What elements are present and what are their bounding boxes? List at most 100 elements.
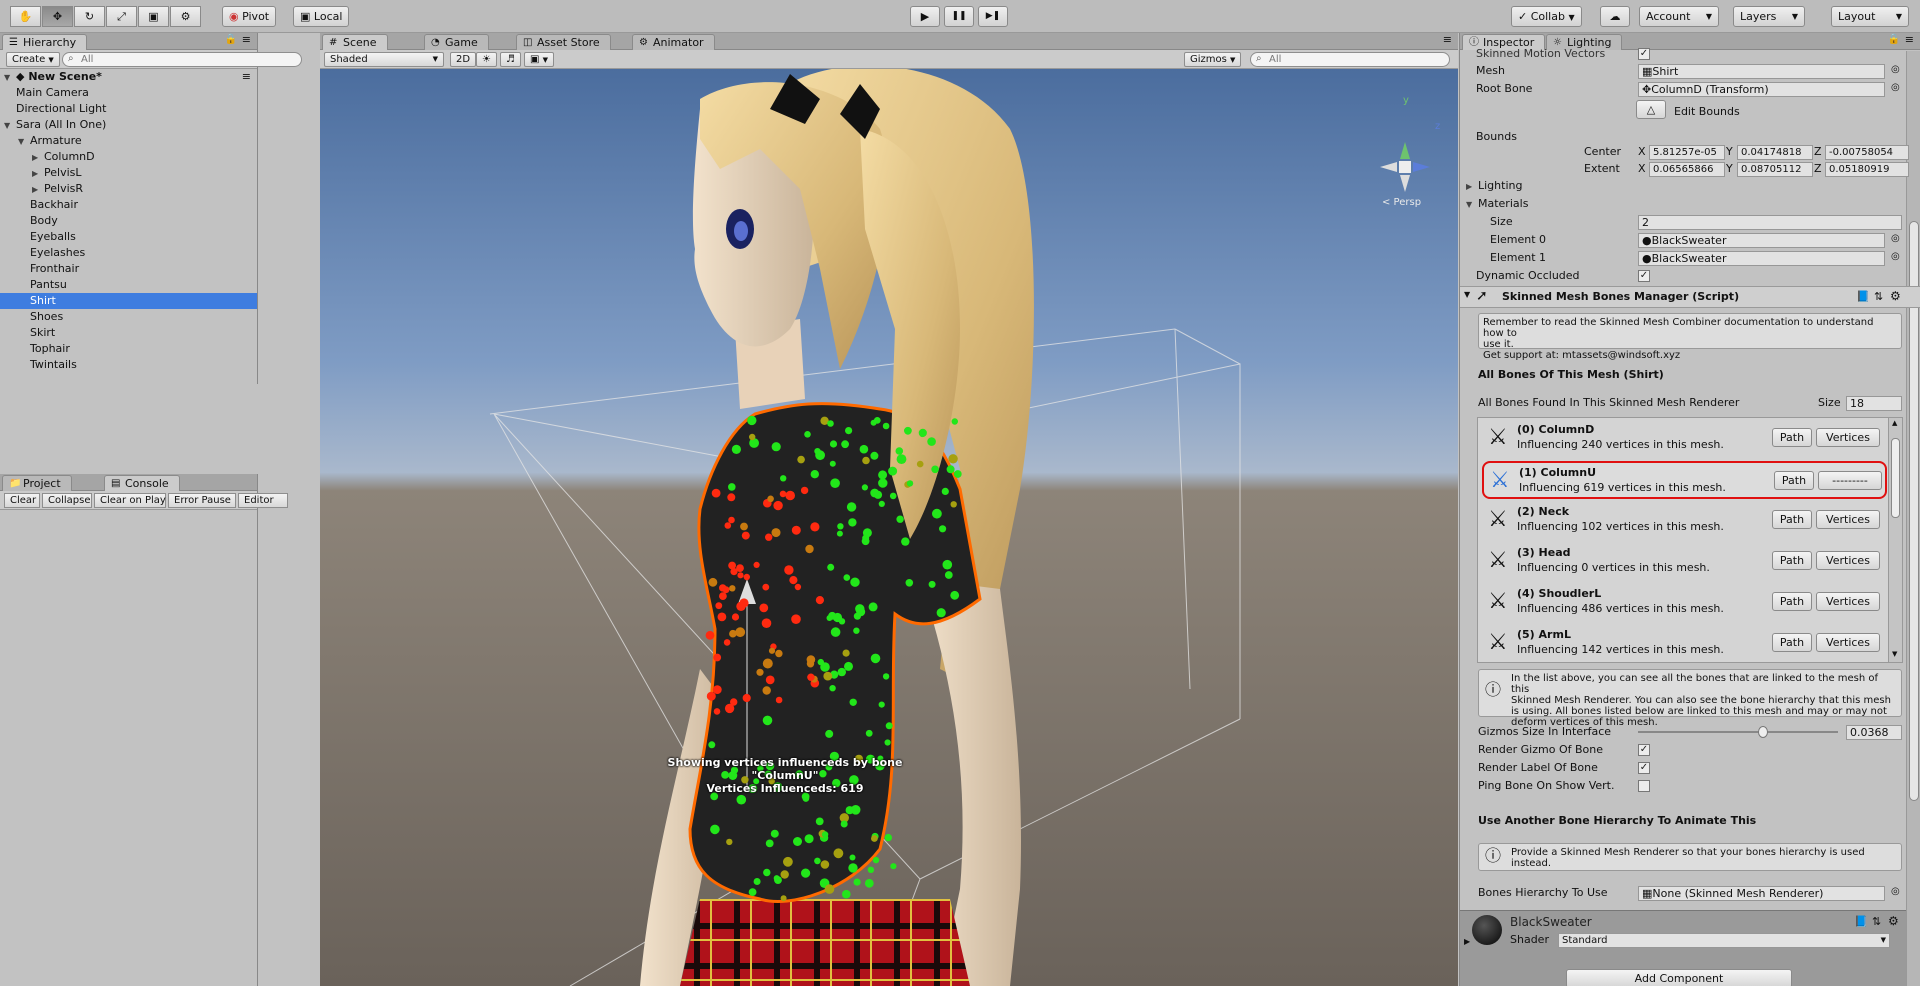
bones-list[interactable]: ⚔ (0) ColumnD Influencing 240 vertices in … xyxy=(1477,417,1903,663)
persp-label[interactable]: < Persp xyxy=(1382,197,1421,208)
skinned-motion-checkbox[interactable]: ✓ xyxy=(1638,48,1650,60)
dynamic-occluded-checkbox[interactable]: ✓ xyxy=(1638,270,1650,282)
inspector-scroll-thumb[interactable] xyxy=(1909,221,1919,801)
expand-arrow-icon[interactable]: ▼ xyxy=(4,118,16,134)
object-picker-icon[interactable]: ◎ xyxy=(1891,233,1900,244)
bone-path-button[interactable]: Path xyxy=(1772,428,1812,447)
menu-icon[interactable]: ≡ xyxy=(1905,33,1914,46)
bone-path-button[interactable]: Path xyxy=(1772,551,1812,570)
bone-vertices-button[interactable]: Vertices xyxy=(1816,592,1880,611)
hierarchy-use-field[interactable]: ▦None (Skinned Mesh Renderer) xyxy=(1638,886,1885,901)
hierarchy-item[interactable]: ▶ PelvisL xyxy=(0,165,257,181)
tool-button-2[interactable]: ↻ xyxy=(74,6,105,27)
book-icon[interactable]: 📘 xyxy=(1854,915,1868,928)
bones-list-scrollbar[interactable]: ▲ ▼ xyxy=(1888,418,1902,662)
object-picker-icon[interactable]: ◎ xyxy=(1891,886,1900,897)
console-button-clear[interactable]: Clear xyxy=(4,493,40,508)
play-button[interactable]: ▶ xyxy=(910,6,940,27)
bone-path-button[interactable]: Path xyxy=(1772,633,1812,652)
local-toggle[interactable]: ▣ Local xyxy=(293,6,350,27)
hierarchy-item[interactable]: Body xyxy=(0,213,257,229)
console-button-editor[interactable]: Editor xyxy=(238,493,288,508)
step-button[interactable]: ▶❚ xyxy=(978,6,1008,27)
tab-console[interactable]: ▤ Console xyxy=(104,475,180,491)
tab-hierarchy[interactable]: ☰ Hierarchy xyxy=(2,34,88,50)
menu-icon[interactable]: ≡ xyxy=(242,33,251,46)
cloud-button[interactable]: ☁ xyxy=(1600,6,1630,27)
hierarchy-item[interactable]: ▶ ColumnD xyxy=(0,149,257,165)
inspector-scrollbar[interactable] xyxy=(1906,51,1920,986)
hierarchy-item[interactable]: Pantsu xyxy=(0,277,257,293)
shading-dropdown[interactable]: Shaded ▼ xyxy=(324,52,444,67)
lighting-foldout[interactable]: ▶ Lighting xyxy=(1466,178,1522,194)
console-button-clear-on-play[interactable]: Clear on Play xyxy=(94,493,166,508)
hierarchy-search-input[interactable]: All xyxy=(62,52,302,67)
hierarchy-item[interactable]: Skirt xyxy=(0,325,257,341)
preset-icon[interactable]: ⇅ xyxy=(1872,915,1881,928)
scene-row[interactable]: ▼ ◆ New Scene* ≡ xyxy=(0,69,257,85)
hierarchy-item[interactable]: Eyelashes xyxy=(0,245,257,261)
expand-arrow-icon[interactable]: ▶ xyxy=(32,150,44,166)
extent-z-field[interactable]: 0.05180919 xyxy=(1825,162,1909,177)
book-icon[interactable]: 📘 xyxy=(1856,290,1870,303)
bone-path-button[interactable]: Path xyxy=(1774,471,1814,490)
audio-toggle[interactable]: ♬ xyxy=(500,52,521,67)
gear-icon[interactable]: ⚙ xyxy=(1890,289,1901,303)
tool-button-0[interactable]: ✋ xyxy=(10,6,41,27)
materials-size-field[interactable]: 2 xyxy=(1638,215,1902,230)
lock-icon[interactable]: 🔒 xyxy=(225,34,237,45)
hierarchy-item[interactable]: Directional Light xyxy=(0,101,257,117)
element1-field[interactable]: ●BlackSweater xyxy=(1638,251,1885,266)
scene-search-input[interactable]: All xyxy=(1250,52,1450,67)
hierarchy-item[interactable]: ▼ Sara (All In One) xyxy=(0,117,257,133)
gizmos-dropdown[interactable]: Gizmos ▼ xyxy=(1184,52,1242,67)
mesh-field[interactable]: ▦Shirt xyxy=(1638,64,1885,79)
bone-path-button[interactable]: Path xyxy=(1772,592,1812,611)
element0-field[interactable]: ●BlackSweater xyxy=(1638,233,1885,248)
gizmo-size-field[interactable]: 0.0368 xyxy=(1846,725,1902,740)
tab-animator[interactable]: ⚙ Animator xyxy=(632,34,715,50)
tool-button-4[interactable]: ▣ xyxy=(138,6,169,27)
extent-x-field[interactable]: 0.06565866 xyxy=(1649,162,1725,177)
2d-toggle[interactable]: 2D xyxy=(450,52,477,67)
lock-icon[interactable]: 🔒 xyxy=(1888,34,1900,45)
hierarchy-item[interactable]: Twintails xyxy=(0,357,257,373)
scene-viewport[interactable]: y z < Persp Showing vertices influenceds… xyxy=(320,69,1458,986)
extent-y-field[interactable]: 0.08705112 xyxy=(1737,162,1813,177)
tool-button-5[interactable]: ⚙ xyxy=(170,6,201,27)
gizmo-size-slider[interactable] xyxy=(1638,726,1838,738)
tool-button-3[interactable]: ⤢ xyxy=(106,6,137,27)
hierarchy-item[interactable]: Backhair xyxy=(0,197,257,213)
effects-toggle[interactable]: ▣ ▼ xyxy=(524,52,555,67)
expand-arrow-icon[interactable]: ▼ xyxy=(18,134,30,150)
expand-arrow-icon[interactable]: ▶ xyxy=(1464,937,1470,946)
bone-path-button[interactable]: Path xyxy=(1772,510,1812,529)
script-component-header[interactable]: ▼ ➚ Skinned Mesh Bones Manager (Script) … xyxy=(1460,286,1920,308)
root-bone-field[interactable]: ✥ColumnD (Transform) xyxy=(1638,82,1885,97)
object-picker-icon[interactable]: ◎ xyxy=(1891,64,1900,75)
bone-vertices-button[interactable]: Vertices xyxy=(1816,428,1880,447)
console-button-collapse[interactable]: Collapse xyxy=(42,493,92,508)
gear-icon[interactable]: ⚙ xyxy=(1888,914,1899,928)
materials-foldout[interactable]: ▼ Materials xyxy=(1466,196,1528,212)
hierarchy-item[interactable]: ▶ PelvisR xyxy=(0,181,257,197)
center-x-field[interactable]: 5.81257e-05 xyxy=(1649,145,1725,160)
scroll-up-icon[interactable]: ▲ xyxy=(1892,419,1897,427)
layers-dropdown[interactable]: Layers ▼ xyxy=(1733,6,1805,27)
hierarchy-item[interactable]: ▼ Armature xyxy=(0,133,257,149)
render-gizmo-checkbox[interactable]: ✓ xyxy=(1638,744,1650,756)
bone-vertices-button[interactable]: Vertices xyxy=(1816,510,1880,529)
menu-icon[interactable]: ≡ xyxy=(242,69,251,85)
object-picker-icon[interactable]: ◎ xyxy=(1891,251,1900,262)
center-y-field[interactable]: 0.04174818 xyxy=(1737,145,1813,160)
expand-arrow-icon[interactable]: ▶ xyxy=(32,182,44,198)
hierarchy-item[interactable]: Shirt xyxy=(0,293,257,309)
render-label-checkbox[interactable]: ✓ xyxy=(1638,762,1650,774)
hierarchy-item[interactable]: Fronthair xyxy=(0,261,257,277)
tab-asset-store[interactable]: ◫ Asset Store xyxy=(516,34,611,50)
tool-button-1[interactable]: ✥ xyxy=(42,6,73,27)
expand-arrow-icon[interactable]: ▶ xyxy=(32,166,44,182)
edit-bounds-button[interactable]: △ xyxy=(1636,100,1666,119)
pivot-toggle[interactable]: ◉ Pivot xyxy=(222,6,277,27)
lighting-toggle[interactable]: ☀ xyxy=(476,52,497,67)
